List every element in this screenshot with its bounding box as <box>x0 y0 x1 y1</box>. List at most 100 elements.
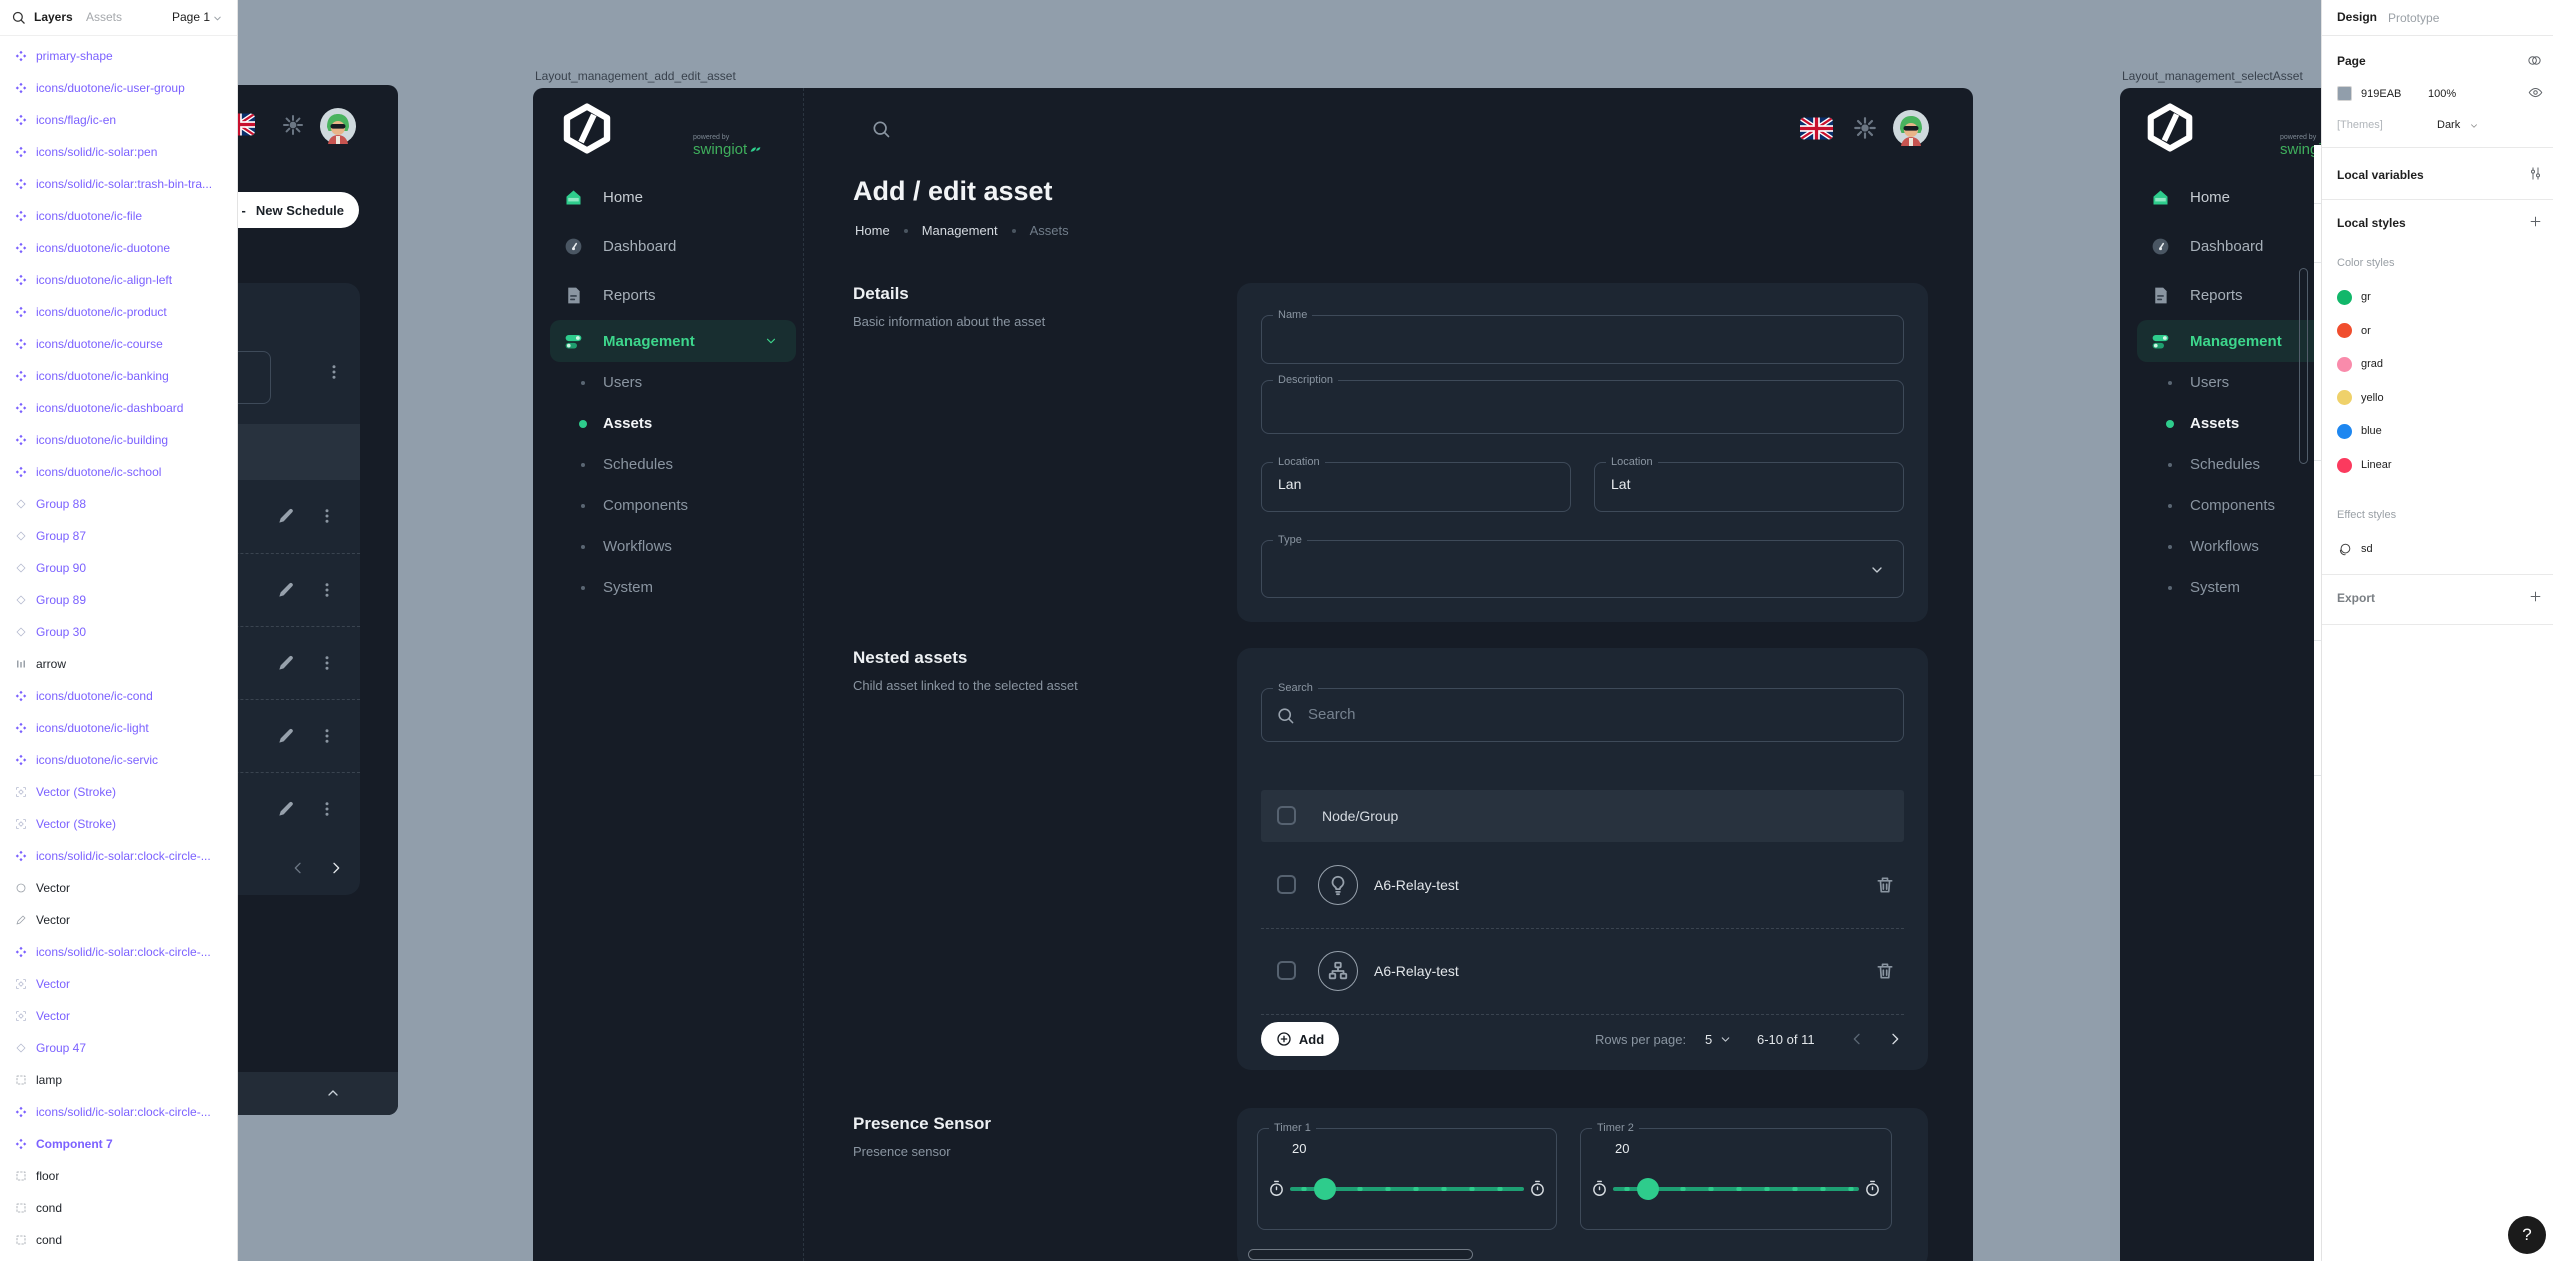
location-lat-field[interactable]: Location Lat <box>1594 462 1904 512</box>
horizontal-scrollbar[interactable] <box>1248 1249 1473 1260</box>
page-settings-icon[interactable] <box>2527 53 2542 68</box>
layer-item[interactable]: Vector <box>0 872 237 904</box>
layer-item[interactable]: icons/duotone/ic-servic <box>0 744 237 776</box>
layer-item[interactable]: Vector <box>0 1000 237 1032</box>
frame-scrollbar[interactable] <box>2299 268 2308 464</box>
frame-label[interactable]: Layout_management_selectAsset <box>2122 69 2303 83</box>
sidebar-subitem-schedules[interactable]: Schedules <box>533 444 803 485</box>
theme-value[interactable]: Dark <box>2437 119 2460 131</box>
page-color-swatch[interactable] <box>2337 86 2352 101</box>
edit-pencil-icon[interactable] <box>276 506 296 526</box>
sidebar-subitem-components[interactable]: Components <box>533 485 803 526</box>
sidebar-subitem-system[interactable]: System <box>2120 567 2322 608</box>
sidebar-subitem-assets[interactable]: Assets <box>533 403 803 444</box>
layer-item[interactable]: icons/duotone/ic-dashboard <box>0 392 237 424</box>
layer-item[interactable]: icons/duotone/ic-light <box>0 712 237 744</box>
tab-prototype[interactable]: Prototype <box>2388 11 2439 25</box>
row-checkbox[interactable] <box>1277 875 1296 894</box>
layer-item[interactable]: Group 89 <box>0 584 237 616</box>
table-row[interactable] <box>237 553 360 626</box>
new-schedule-button[interactable]: - New Schedule <box>237 192 359 228</box>
page-opacity[interactable]: 100% <box>2428 88 2456 100</box>
edit-pencil-icon[interactable] <box>276 726 296 746</box>
more-menu-icon[interactable] <box>325 363 343 381</box>
layer-item[interactable]: Group 47 <box>0 1032 237 1064</box>
layer-item[interactable]: icons/solid/ic-solar:trash-bin-tra... <box>0 168 237 200</box>
sidebar-subitem-users[interactable]: Users <box>2120 362 2322 403</box>
layer-item[interactable]: Vector <box>0 904 237 936</box>
delete-trash-icon[interactable] <box>1875 961 1895 981</box>
layer-item[interactable]: icons/duotone/ic-file <box>0 200 237 232</box>
delete-trash-icon[interactable] <box>1875 875 1895 895</box>
gear-icon[interactable] <box>1852 115 1878 141</box>
tab-layers[interactable]: Layers <box>34 10 73 24</box>
row-menu-icon[interactable] <box>318 654 336 672</box>
layer-item[interactable]: icons/duotone/ic-course <box>0 328 237 360</box>
layer-item[interactable]: icons/duotone/ic-user-group <box>0 72 237 104</box>
color-style-gr[interactable]: gr <box>2337 289 2371 305</box>
color-style-Linear[interactable]: Linear <box>2337 457 2392 473</box>
sidebar-item-management[interactable]: Management <box>550 320 796 362</box>
schedule-search-field[interactable] <box>237 351 271 404</box>
sidebar-item-management[interactable]: Management <box>2137 320 2322 362</box>
sidebar-subitem-workflows[interactable]: Workflows <box>533 526 803 567</box>
edit-pencil-icon[interactable] <box>276 799 296 819</box>
layer-item[interactable]: cond <box>0 1224 237 1256</box>
asset-row[interactable]: A6-Relay-test <box>1261 928 1904 1014</box>
row-menu-icon[interactable] <box>318 800 336 818</box>
collapse-bar[interactable] <box>237 1072 398 1115</box>
rows-per-page-value[interactable]: 5 <box>1705 1032 1712 1047</box>
layer-item[interactable]: Group 30 <box>0 616 237 648</box>
table-row[interactable] <box>237 772 360 845</box>
select-all-checkbox[interactable] <box>1277 806 1296 825</box>
description-field[interactable]: Description <box>1261 380 1904 434</box>
next-page-icon[interactable] <box>328 860 344 876</box>
nested-search-field[interactable]: Search Search <box>1261 688 1904 742</box>
color-style-or[interactable]: or <box>2337 323 2371 339</box>
tab-design[interactable]: Design <box>2337 10 2377 24</box>
layer-item[interactable]: Vector (Stroke) <box>0 808 237 840</box>
layer-item[interactable]: lamp <box>0 1064 237 1096</box>
layer-item[interactable]: icons/flag/ic-en <box>0 104 237 136</box>
sidebar-subitem-components[interactable]: Components <box>2120 485 2322 526</box>
layer-item[interactable]: Group 90 <box>0 552 237 584</box>
type-select[interactable]: Type <box>1261 540 1904 598</box>
add-style-icon[interactable] <box>2528 214 2543 229</box>
name-field[interactable]: Name <box>1261 315 1904 364</box>
tab-assets[interactable]: Assets <box>86 10 122 24</box>
layer-item[interactable]: icons/solid/ic-solar:clock-circle-... <box>0 1096 237 1128</box>
layer-item[interactable]: cond <box>0 1192 237 1224</box>
page-selector[interactable]: Page 1 <box>172 10 210 24</box>
sidebar-item-dashboard[interactable]: Dashboard <box>533 222 803 271</box>
chevron-down-icon[interactable] <box>212 13 223 24</box>
color-style-grad[interactable]: grad <box>2337 356 2383 372</box>
prev-page-icon[interactable] <box>290 860 306 876</box>
variables-icon[interactable] <box>2528 166 2543 181</box>
asset-row[interactable]: A6-Relay-test <box>1261 842 1904 928</box>
layer-item[interactable]: icons/duotone/ic-school <box>0 456 237 488</box>
sidebar-subitem-workflows[interactable]: Workflows <box>2120 526 2322 567</box>
edit-pencil-icon[interactable] <box>276 580 296 600</box>
layer-item[interactable]: icons/duotone/ic-cond <box>0 680 237 712</box>
layer-item[interactable]: Vector (Stroke) <box>0 776 237 808</box>
table-row[interactable] <box>237 626 360 699</box>
sidebar-subitem-assets[interactable]: Assets <box>2120 403 2322 444</box>
color-style-blue[interactable]: blue <box>2337 423 2382 439</box>
layer-item[interactable]: icons/duotone/ic-building <box>0 424 237 456</box>
breadcrumb-management[interactable]: Management <box>922 223 998 238</box>
layer-item[interactable]: icons/duotone/ic-duotone <box>0 232 237 264</box>
table-row[interactable] <box>237 480 360 553</box>
sidebar-item-dashboard[interactable]: Dashboard <box>2120 222 2322 271</box>
eye-icon[interactable] <box>2528 85 2543 100</box>
row-checkbox[interactable] <box>1277 961 1296 980</box>
layer-item[interactable]: Group 87 <box>0 520 237 552</box>
language-flag-icon[interactable] <box>1800 112 1833 145</box>
sidebar-item-reports[interactable]: Reports <box>533 271 803 320</box>
layer-item[interactable]: floor <box>0 1160 237 1192</box>
table-row[interactable] <box>237 699 360 772</box>
next-page-icon[interactable] <box>1887 1031 1903 1047</box>
layer-item[interactable]: Vector <box>0 968 237 1000</box>
layer-item[interactable]: primary-shape <box>0 40 237 72</box>
layer-item[interactable]: icons/duotone/ic-align-left <box>0 264 237 296</box>
layer-item[interactable]: Group 88 <box>0 488 237 520</box>
